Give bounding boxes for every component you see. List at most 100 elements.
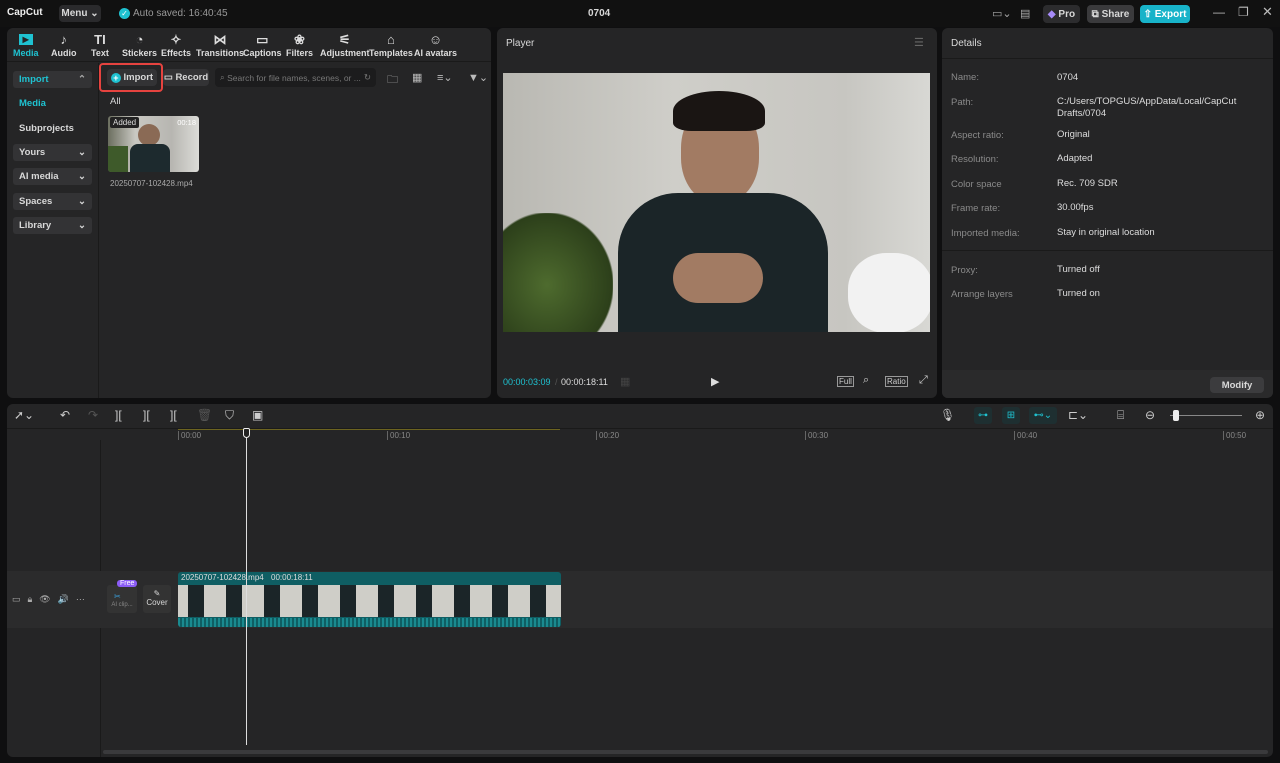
sidebar-item-library[interactable]: Library ⌄ <box>13 217 92 234</box>
detail-value: Original <box>1057 129 1090 140</box>
horizontal-scrollbar[interactable] <box>103 750 1268 754</box>
menu-button[interactable]: Menu ⌄ <box>59 5 101 22</box>
shortcut-icon[interactable]: ▤ <box>1020 7 1030 20</box>
tab-ai-avatars[interactable]: ☺ AI avatars <box>414 32 457 58</box>
preview-hair <box>673 91 765 131</box>
ai-clip-button[interactable]: AI clip... ✂ <box>107 585 137 613</box>
microphone-icon[interactable]: 🎙 <box>940 408 955 422</box>
filter-all[interactable]: All <box>110 96 121 107</box>
cover-label: Cover <box>146 598 168 607</box>
modify-button[interactable]: Modify <box>1210 377 1264 393</box>
main-track-magnet-icon[interactable]: ⊶ <box>974 407 992 424</box>
pro-label: Pro <box>1058 8 1076 20</box>
detail-value: Turned on <box>1057 288 1100 299</box>
cover-button[interactable]: ✎ Cover <box>143 585 171 613</box>
effects-icon: ✧ <box>170 32 182 47</box>
zoom-slider[interactable] <box>1170 415 1242 416</box>
auto-snap-icon[interactable]: ⊞ <box>1002 407 1020 424</box>
share-label: Share <box>1101 8 1130 20</box>
track-controls[interactable]: ▭🔒︎👁🔊⋯ <box>12 594 92 605</box>
ratio-button[interactable]: Ratio <box>885 376 908 387</box>
details-title: Details <box>951 38 982 49</box>
detail-label: Arrange layers <box>951 289 1013 300</box>
zoom-out-icon[interactable]: ⊖ <box>1145 408 1155 422</box>
add-media-icon[interactable]: ▣ <box>252 408 263 422</box>
tab-media[interactable]: ▶ Media <box>13 32 39 58</box>
tab-filters[interactable]: ❀ Filters <box>286 32 313 58</box>
sidebar-label: Subprojects <box>19 123 74 134</box>
ai-icon[interactable]: ⌸ <box>1117 408 1124 423</box>
full-button[interactable]: Full <box>837 376 854 387</box>
clip-frames <box>178 585 561 617</box>
undo-icon[interactable]: ↶ <box>60 408 70 422</box>
sidebar-label: AI media <box>19 171 59 182</box>
fullscreen-icon[interactable]: ⤢ <box>919 374 928 387</box>
playhead-handle[interactable] <box>243 428 250 438</box>
tab-text[interactable]: TI Text <box>91 32 109 58</box>
plus-icon: + <box>110 72 121 83</box>
play-button[interactable]: ▶ <box>711 375 719 388</box>
playhead[interactable] <box>246 430 247 745</box>
preview-axis-icon[interactable]: ⊏⌄ <box>1068 408 1088 422</box>
tab-label: Captions <box>243 48 282 58</box>
tab-label: Audio <box>51 48 77 58</box>
minimize-button[interactable]: — <box>1213 5 1225 19</box>
tab-effects[interactable]: ✧ Effects <box>161 32 191 58</box>
video-clip[interactable]: 20250707-102428.mp4 00:00:18:11 <box>178 572 561 627</box>
zoom-preview-icon[interactable]: ⌕ <box>863 374 869 387</box>
share-button[interactable]: ⧉ Share <box>1087 5 1134 23</box>
split-icon[interactable]: ][ <box>115 408 122 422</box>
time-tick: 00:50 <box>1223 431 1246 440</box>
clip-duration: 00:00:18:11 <box>271 573 313 582</box>
audio-icon: ♪ <box>60 32 68 47</box>
import-button[interactable]: + Import <box>107 69 157 86</box>
layout-icon[interactable]: ▭⌄ <box>992 7 1012 20</box>
sidebar-item-subprojects[interactable]: Subprojects <box>13 120 92 137</box>
select-tool-icon[interactable]: ➚⌄ <box>14 408 34 422</box>
preview-hands <box>673 253 763 303</box>
sidebar-item-import[interactable]: Import ⌃ <box>13 71 92 88</box>
timeline-grid-icon[interactable]: ▦ <box>620 375 630 388</box>
grid-view-icon[interactable]: ▦ <box>412 71 422 84</box>
zoom-slider-handle[interactable] <box>1173 410 1179 421</box>
pro-button[interactable]: ◆ Pro <box>1043 5 1080 23</box>
tab-label: Filters <box>286 48 314 58</box>
tab-templates[interactable]: ⌂ Templates <box>369 32 413 58</box>
time-tick: 00:00 <box>178 431 201 440</box>
scissors-icon: ✂ <box>114 592 121 601</box>
maximize-button[interactable]: ❐ <box>1238 5 1249 19</box>
menu-label: Menu <box>61 8 88 19</box>
detail-label: Proxy: <box>951 265 978 276</box>
export-button[interactable]: ⇧ Export <box>1140 5 1190 23</box>
close-button[interactable]: ✕ <box>1262 4 1273 20</box>
captions-icon: ▭ <box>256 32 269 47</box>
linkage-icon[interactable]: ⊷⌄ <box>1029 407 1057 424</box>
sidebar-item-yours[interactable]: Yours ⌄ <box>13 144 92 161</box>
sidebar-item-media[interactable]: Media <box>13 95 92 112</box>
tab-adjustment[interactable]: ⚟ Adjustment <box>320 32 370 58</box>
tab-stickers[interactable]: ◔ Stickers <box>122 32 157 58</box>
filter-icon[interactable]: ▼⌄ <box>468 71 488 84</box>
sidebar-item-spaces[interactable]: Spaces ⌄ <box>13 193 92 210</box>
tab-transitions[interactable]: ⋈ Transitions <box>196 32 244 58</box>
player-menu-icon[interactable]: ☰ <box>914 36 924 49</box>
record-button[interactable]: ▭ Record <box>163 69 209 86</box>
sidebar-item-ai-media[interactable]: AI media ⌄ <box>13 168 92 185</box>
media-thumbnail[interactable]: Added 00:18 <box>108 116 199 172</box>
folder-icon[interactable]: 🗀 <box>387 71 398 90</box>
thumbnail-shirt <box>130 144 170 172</box>
marker-icon[interactable]: ⛉ <box>225 408 234 423</box>
delete-icon[interactable]: 🗑 <box>197 408 212 422</box>
templates-icon: ⌂ <box>387 32 395 47</box>
tab-captions[interactable]: ▭ Captions <box>243 32 282 58</box>
search-input[interactable]: ⌕ Search for file names, scenes, or ... ↻ <box>215 68 376 87</box>
video-preview[interactable] <box>503 73 930 332</box>
split-right-icon[interactable]: ][ <box>170 408 177 422</box>
zoom-in-icon[interactable]: ⊕ <box>1255 408 1265 422</box>
media-filename: 20250707-102428.mp4 <box>110 179 193 188</box>
sort-icon[interactable]: ≡⌄ <box>437 71 453 84</box>
tab-audio[interactable]: ♪ Audio <box>51 32 77 58</box>
split-left-icon[interactable]: ][ <box>143 408 150 422</box>
redo-icon[interactable]: ↷ <box>88 408 98 422</box>
divider <box>942 250 1273 251</box>
